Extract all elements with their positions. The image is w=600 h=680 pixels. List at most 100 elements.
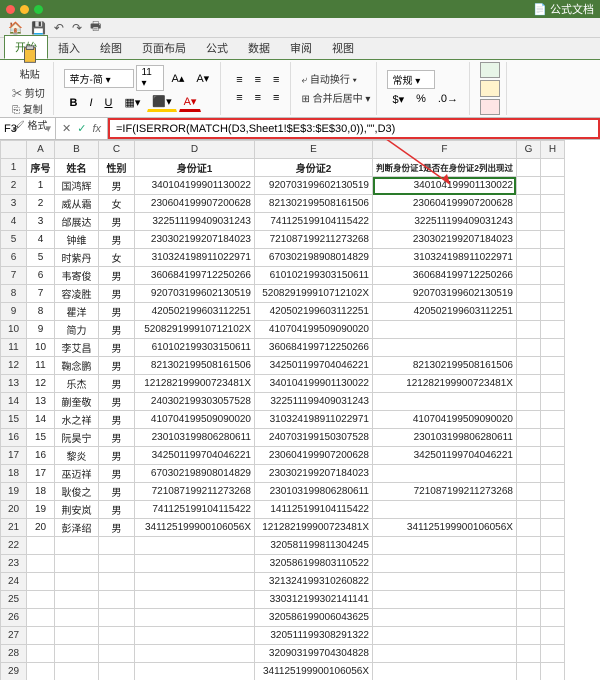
cell[interactable] <box>516 447 540 465</box>
cell[interactable] <box>540 321 564 339</box>
cell[interactable]: 韦寄俊 <box>55 267 99 285</box>
close-dot[interactable] <box>6 5 15 14</box>
cell[interactable] <box>516 357 540 375</box>
cell[interactable]: 12 <box>27 375 55 393</box>
tab-4[interactable]: 公式 <box>196 37 238 59</box>
align-middle-button[interactable]: ≡ <box>250 72 266 88</box>
cell[interactable]: 330312199302141141 <box>255 591 373 609</box>
tab-2[interactable]: 绘图 <box>90 37 132 59</box>
cell[interactable]: 340104199901130022 <box>255 375 373 393</box>
accept-formula-icon[interactable]: ✓ <box>77 122 86 135</box>
row-header[interactable]: 25 <box>1 591 27 609</box>
cell[interactable]: 360684199712250266 <box>135 267 255 285</box>
cell[interactable]: 瞿洋 <box>55 303 99 321</box>
cell[interactable]: 男 <box>99 321 135 339</box>
cell[interactable]: 女 <box>99 195 135 213</box>
undo-icon[interactable]: ↶ <box>54 21 64 35</box>
cell[interactable]: 340104199901130022 <box>135 177 255 195</box>
cell[interactable]: 230302199207184023 <box>135 231 255 249</box>
cell[interactable]: 920703199602130519 <box>373 285 517 303</box>
cell[interactable] <box>540 339 564 357</box>
row-header[interactable]: 19 <box>1 483 27 501</box>
merge-cells-button[interactable]: ⊞ 合并后居中 ▾ <box>301 90 370 105</box>
font-name-select[interactable]: 苹方-简 ▾ <box>64 69 134 88</box>
italic-button[interactable]: I <box>84 95 97 111</box>
cell[interactable]: 821302199508161506 <box>135 357 255 375</box>
cell[interactable] <box>540 447 564 465</box>
col-header-B[interactable]: B <box>55 141 99 159</box>
header-cell[interactable]: 性别 <box>99 159 135 177</box>
cell[interactable]: 7 <box>27 285 55 303</box>
cell[interactable]: 威从霜 <box>55 195 99 213</box>
cell[interactable]: 钟维 <box>55 231 99 249</box>
cell[interactable]: 321324199310260822 <box>255 573 373 591</box>
row-header[interactable]: 18 <box>1 465 27 483</box>
cell[interactable]: 721087199211273268 <box>135 483 255 501</box>
cell[interactable]: 741125199104115422 <box>255 213 373 231</box>
col-header-D[interactable]: D <box>135 141 255 159</box>
cell[interactable]: 彭泽绍 <box>55 519 99 537</box>
cell[interactable]: 322511199409031243 <box>373 213 517 231</box>
cell[interactable]: 时紫丹 <box>55 249 99 267</box>
cell[interactable]: 男 <box>99 267 135 285</box>
cell[interactable]: 670302198908014829 <box>255 249 373 267</box>
cell[interactable]: 410704199509090020 <box>135 411 255 429</box>
cell[interactable] <box>540 483 564 501</box>
cell[interactable]: 741125199104115422 <box>135 501 255 519</box>
cell[interactable]: 342501199704046221 <box>135 447 255 465</box>
cell[interactable]: 520829199910712102X <box>135 321 255 339</box>
row-header[interactable]: 17 <box>1 447 27 465</box>
cell[interactable]: 10 <box>27 339 55 357</box>
cell[interactable]: 11 <box>27 357 55 375</box>
row-header[interactable]: 12 <box>1 357 27 375</box>
cell[interactable]: 320903199704304828 <box>255 645 373 663</box>
cell[interactable] <box>516 465 540 483</box>
formula-input[interactable]: =IF(ISERROR(MATCH(D3,Sheet1!$E$3:$E$30,0… <box>108 118 600 139</box>
cell[interactable]: 240302199303057528 <box>135 393 255 411</box>
cell[interactable] <box>516 375 540 393</box>
font-color-button[interactable]: A▾ <box>179 93 202 112</box>
cell[interactable]: 360684199712250266 <box>373 267 517 285</box>
cell[interactable]: 16 <box>27 447 55 465</box>
cell[interactable]: 男 <box>99 375 135 393</box>
cell[interactable] <box>516 303 540 321</box>
cell[interactable] <box>540 357 564 375</box>
fill-color-button[interactable]: ⬛▾ <box>147 93 176 112</box>
tab-7[interactable]: 视图 <box>322 37 364 59</box>
cell[interactable] <box>540 393 564 411</box>
col-header-G[interactable]: G <box>516 141 540 159</box>
cell[interactable]: 230604199907200628 <box>255 447 373 465</box>
cell[interactable] <box>516 519 540 537</box>
cell[interactable]: 230103199806280611 <box>373 429 517 447</box>
maximize-dot[interactable] <box>34 5 43 14</box>
cell[interactable]: 荆安岚 <box>55 501 99 519</box>
cell[interactable]: 121282199900723481X <box>255 519 373 537</box>
cell[interactable]: 410704199509090020 <box>255 321 373 339</box>
cell[interactable]: 乐杰 <box>55 375 99 393</box>
cell[interactable] <box>516 177 540 195</box>
increase-font-button[interactable]: A▴ <box>166 70 189 87</box>
cell[interactable]: 341125199900106056X <box>373 519 517 537</box>
cell[interactable]: 14 <box>27 411 55 429</box>
cell[interactable] <box>516 429 540 447</box>
row-header[interactable]: 26 <box>1 609 27 627</box>
decimal-incr-button[interactable]: .0→ <box>433 91 463 107</box>
cell[interactable] <box>516 285 540 303</box>
cell[interactable]: 320586199803110522 <box>255 555 373 573</box>
row-header[interactable]: 23 <box>1 555 27 573</box>
cell[interactable]: 310324198911022971 <box>135 249 255 267</box>
header-cell[interactable]: 序号 <box>27 159 55 177</box>
cell[interactable]: 320581199811304245 <box>255 537 373 555</box>
cell[interactable]: 5 <box>27 249 55 267</box>
cell[interactable]: 男 <box>99 465 135 483</box>
cell[interactable]: 男 <box>99 483 135 501</box>
cell[interactable] <box>516 249 540 267</box>
cell[interactable]: 水之祥 <box>55 411 99 429</box>
cell[interactable]: 男 <box>99 357 135 375</box>
cell[interactable]: 670302198908014829 <box>135 465 255 483</box>
align-center-button[interactable]: ≡ <box>250 90 266 106</box>
tab-1[interactable]: 插入 <box>48 37 90 59</box>
cell[interactable] <box>540 375 564 393</box>
cell[interactable] <box>516 213 540 231</box>
cell[interactable] <box>540 195 564 213</box>
